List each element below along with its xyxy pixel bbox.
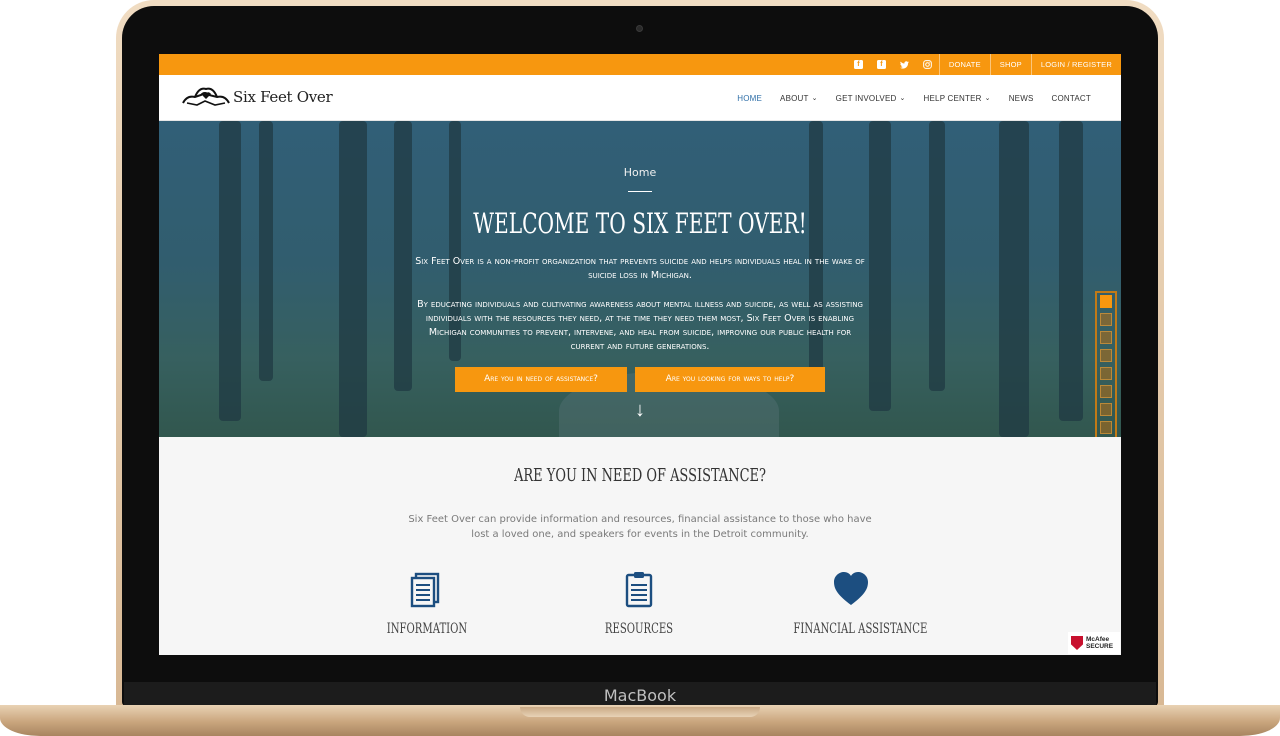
side-section-nav xyxy=(1095,291,1117,457)
nav-get-involved[interactable]: GET INVOLVED ⌄ xyxy=(836,94,906,103)
nav-home-label: HOME xyxy=(737,93,763,103)
nav-get-involved-label: GET INVOLVED xyxy=(835,93,897,103)
feature-resources[interactable]: RESOURCES xyxy=(559,569,719,637)
hero-title: WELCOME TO SIX FEET OVER! xyxy=(473,207,807,240)
laptop-brand: MacBook xyxy=(603,686,677,705)
mcafee-text: McAfee SECURE xyxy=(1086,636,1113,650)
mcafee-secure-badge[interactable]: McAfee SECURE xyxy=(1068,632,1120,654)
site-logo[interactable]: Six Feet Over xyxy=(181,85,333,109)
feature-financial-assistance[interactable]: FINANCIAL ASSISTANCE xyxy=(771,569,931,637)
need-assistance-button[interactable]: Are you in need of assistance? xyxy=(455,367,627,392)
feature-information-label: INFORMATION xyxy=(386,621,468,637)
chevron-down-icon: ⌄ xyxy=(811,95,818,102)
main-navbar: Six Feet Over HOME ABOUT ⌄ GET INVOLVED ⌄ … xyxy=(159,75,1121,121)
mcafee-shield-icon xyxy=(1071,636,1083,650)
chevron-down-icon: ⌄ xyxy=(984,95,991,102)
website-screen: f f DONATE SHOP LOGIN / REGISTER Six Fee… xyxy=(159,54,1121,655)
feature-resources-label: RESOURCES xyxy=(604,621,674,637)
donate-link[interactable]: DONATE xyxy=(940,54,990,75)
section-description: Six Feet Over can provide information an… xyxy=(408,514,872,540)
hero-mission-text: By educating individuals and cultivating… xyxy=(417,299,863,352)
shop-link[interactable]: SHOP xyxy=(991,54,1031,75)
login-register-link[interactable]: LOGIN / REGISTER xyxy=(1032,54,1121,75)
clipboard-icon xyxy=(619,569,659,609)
side-nav-dot[interactable] xyxy=(1100,331,1112,344)
mcafee-line1: McAfee xyxy=(1086,636,1110,643)
breadcrumb-divider xyxy=(628,191,652,192)
heart-icon xyxy=(831,569,871,609)
hands-logo-icon xyxy=(181,85,231,109)
side-nav-dot[interactable] xyxy=(1100,421,1112,434)
scroll-down-arrow-icon[interactable]: ↓ xyxy=(630,399,650,422)
side-nav-dot[interactable] xyxy=(1100,313,1112,326)
side-nav-dot[interactable] xyxy=(1100,403,1112,416)
side-nav-dot[interactable] xyxy=(1100,349,1112,362)
facebook-square-icon[interactable]: f xyxy=(870,54,893,75)
hero-intro-text: Six Feet Over is a non-profit organizati… xyxy=(415,256,865,281)
side-nav-dot[interactable] xyxy=(1100,295,1112,308)
mcafee-line2: SECURE xyxy=(1086,643,1114,650)
assistance-section: ARE YOU IN NEED OF ASSISTANCE? Six Feet … xyxy=(159,437,1121,655)
nav-help-center[interactable]: HELP CENTER ⌄ xyxy=(924,94,991,103)
nav-news-label: NEWS xyxy=(1008,93,1034,103)
nav-contact-label: CONTACT xyxy=(1051,93,1091,103)
feature-information[interactable]: INFORMATION xyxy=(347,569,507,637)
nav-home[interactable]: HOME xyxy=(737,94,762,103)
twitter-icon[interactable] xyxy=(893,54,916,75)
nav-about[interactable]: ABOUT ⌄ xyxy=(780,94,818,103)
camera xyxy=(636,25,643,32)
nav-news[interactable]: NEWS xyxy=(1009,94,1034,103)
facebook-icon[interactable]: f xyxy=(847,54,870,75)
breadcrumb[interactable]: Home xyxy=(159,166,1121,179)
nav-about-label: ABOUT xyxy=(780,93,809,103)
laptop-base-notch xyxy=(520,707,760,717)
documents-icon xyxy=(407,569,447,609)
side-nav-dot[interactable] xyxy=(1100,385,1112,398)
primary-menu: HOME ABOUT ⌄ GET INVOLVED ⌄ HELP CENTER ⌄ N… xyxy=(719,75,1091,121)
ways-to-help-button[interactable]: Are you looking for ways to help? xyxy=(635,367,825,392)
top-utility-bar: f f DONATE SHOP LOGIN / REGISTER xyxy=(159,54,1121,75)
nav-contact[interactable]: CONTACT xyxy=(1052,94,1091,103)
nav-help-center-label: HELP CENTER xyxy=(923,93,982,103)
instagram-icon[interactable] xyxy=(916,54,939,75)
hero-section: Home WELCOME TO SIX FEET OVER! Six Feet … xyxy=(159,121,1121,437)
side-nav-dot[interactable] xyxy=(1100,367,1112,380)
feature-financial-assistance-label: FINANCIAL ASSISTANCE xyxy=(793,621,928,637)
section-title: ARE YOU IN NEED OF ASSISTANCE? xyxy=(514,465,766,486)
chevron-down-icon: ⌄ xyxy=(899,95,906,102)
logo-text: Six Feet Over xyxy=(233,88,333,106)
